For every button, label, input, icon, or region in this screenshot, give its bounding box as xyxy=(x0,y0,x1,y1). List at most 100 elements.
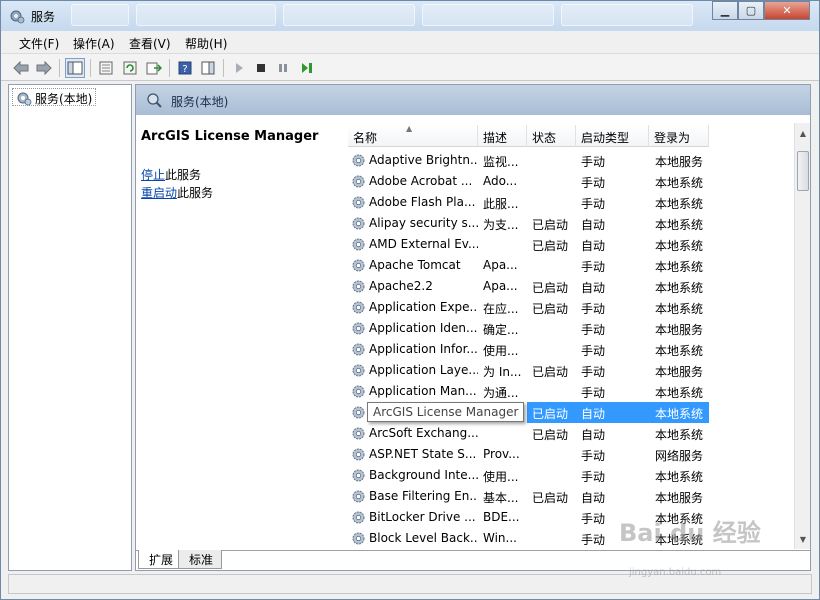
table-row[interactable]: Adobe Flash Pla... 此服... 手动 本地系统 xyxy=(348,192,708,213)
forward-arrow-icon xyxy=(36,61,52,75)
column-header-name[interactable]: ▲ 名称 xyxy=(348,124,478,147)
restart-service-link[interactable]: 重启动 xyxy=(141,186,177,200)
service-gear-icon xyxy=(352,490,365,503)
help-button[interactable]: ? xyxy=(175,58,195,78)
background-window-ghost xyxy=(136,4,276,26)
name-cell: Alipay security s... xyxy=(369,216,478,230)
table-row[interactable]: Adaptive Brightn... 监视... 手动 本地服务 xyxy=(348,150,708,171)
scroll-up-button[interactable]: ▲ xyxy=(795,125,811,141)
table-row[interactable]: Apache Tomcat Apa... 手动 本地系统 xyxy=(348,255,708,276)
status-cell xyxy=(532,171,576,192)
logon-cell: 本地系统 xyxy=(655,260,704,274)
services-gear-icon xyxy=(10,10,25,24)
startup-type-cell: 手动 xyxy=(581,323,606,337)
startup-type-cell: 手动 xyxy=(581,470,606,484)
status-cell xyxy=(532,150,576,171)
menu-action[interactable]: 操作(A) xyxy=(73,35,115,52)
minimize-button[interactable]: ▁ xyxy=(712,1,738,20)
scrollbar-thumb[interactable] xyxy=(797,151,809,191)
table-row[interactable]: Application Laye... 为 In... 已启动 手动 本地服务 xyxy=(348,360,708,381)
stop-service-button[interactable] xyxy=(251,58,271,78)
column-header-label: 描述 xyxy=(483,131,508,145)
vertical-scrollbar[interactable]: ▲ ▼ xyxy=(794,123,810,549)
main-pane-title: 服务(本地) xyxy=(171,95,229,109)
service-description-panel: ArcGIS License Manager 停止此服务 重启动此服务 xyxy=(141,129,341,202)
restart-action: 重启动此服务 xyxy=(141,184,341,202)
arrow-up-icon: ▲ xyxy=(799,128,807,138)
menu-help[interactable]: 帮助(H) xyxy=(185,35,227,52)
restart-icon xyxy=(302,63,312,73)
table-row[interactable]: ArcSoft Exchang... 已启动 自动 本地系统 xyxy=(348,423,708,444)
toolbar-separator xyxy=(59,59,60,77)
title-bar[interactable]: 服务 ▁ ▢ ✕ xyxy=(1,1,819,31)
stop-service-link[interactable]: 停止 xyxy=(141,168,165,182)
maximize-button[interactable]: ▢ xyxy=(738,1,764,20)
table-row[interactable]: Application Infor... 使用... 手动 本地系统 xyxy=(348,339,708,360)
menu-file[interactable]: 文件(F) xyxy=(19,35,59,52)
column-header-logon-as[interactable]: 登录为 xyxy=(649,125,709,147)
minimize-icon: ▁ xyxy=(720,4,730,17)
table-row[interactable]: AMD External Ev... 已启动 自动 本地系统 xyxy=(348,234,708,255)
tree-node-services-local[interactable]: 服务(本地) xyxy=(12,88,97,106)
table-row[interactable]: ASP.NET State S... Prov... 手动 网络服务 xyxy=(348,444,708,465)
description-cell: 为 In... xyxy=(483,365,522,379)
tab-standard[interactable]: 标准 xyxy=(178,550,223,569)
refresh-button[interactable] xyxy=(120,58,140,78)
pause-icon xyxy=(279,64,287,72)
background-window-ghost xyxy=(561,4,693,26)
description-cell: Prov... xyxy=(483,447,520,461)
startup-type-cell: 自动 xyxy=(581,281,606,295)
service-gear-icon xyxy=(352,511,365,524)
show-console-tree-button[interactable] xyxy=(65,58,85,78)
column-header-description[interactable]: 描述 xyxy=(478,125,527,147)
service-gear-icon xyxy=(352,322,365,335)
status-cell: 已启动 xyxy=(532,491,569,505)
name-cell: Adobe Acrobat ... xyxy=(369,174,473,188)
arrow-down-icon: ▼ xyxy=(799,534,807,544)
description-cell: 确定... xyxy=(483,323,519,337)
action-pane-button[interactable] xyxy=(198,58,218,78)
close-button[interactable]: ✕ xyxy=(764,1,810,20)
scroll-down-button[interactable]: ▼ xyxy=(795,531,811,547)
description-cell: 此服... xyxy=(483,197,519,211)
window-title: 服务 xyxy=(31,10,56,24)
table-row[interactable]: Base Filtering En... 基本... 已启动 自动 本地服务 xyxy=(348,486,708,507)
table-row[interactable]: Application Iden... 确定... 手动 本地服务 xyxy=(348,318,708,339)
toolbar-separator xyxy=(90,59,91,77)
status-cell xyxy=(532,444,576,465)
description-cell: 使用... xyxy=(483,344,519,358)
column-header-startup-type[interactable]: 启动类型 xyxy=(576,125,649,147)
forward-button[interactable] xyxy=(34,58,54,78)
pause-service-button[interactable] xyxy=(273,58,293,78)
startup-type-cell: 自动 xyxy=(581,239,606,253)
table-row[interactable]: Background Inte... 使用... 手动 本地系统 xyxy=(348,465,708,486)
table-row[interactable]: Apache2.2 Apa... 已启动 自动 本地系统 xyxy=(348,276,708,297)
column-header-status[interactable]: 状态 xyxy=(527,125,576,147)
description-cell: 监视... xyxy=(483,155,519,169)
help-icon: ? xyxy=(178,61,192,75)
play-icon xyxy=(236,63,243,73)
table-row[interactable]: Application Man... 为通... 手动 本地系统 xyxy=(348,381,708,402)
startup-type-cell: 自动 xyxy=(581,218,606,232)
status-cell: 已启动 xyxy=(527,402,576,423)
name-cell: Application Iden... xyxy=(369,321,478,335)
table-row[interactable]: Adobe Acrobat ... Ado... 手动 本地系统 xyxy=(348,171,708,192)
restart-service-button[interactable] xyxy=(297,58,317,78)
table-row[interactable]: ArcGIS License Manager 已启动 自动 本地系统 xyxy=(348,402,709,423)
table-row[interactable]: Alipay security s... 为支... 已启动 自动 本地系统 xyxy=(348,213,708,234)
logon-cell: 本地系统 xyxy=(655,218,704,232)
back-button[interactable] xyxy=(11,58,31,78)
service-gear-icon xyxy=(352,406,365,419)
table-row[interactable]: Application Expe... 在应... 已启动 手动 本地系统 xyxy=(348,297,708,318)
menu-view[interactable]: 查看(V) xyxy=(129,35,171,52)
services-gear-icon xyxy=(17,92,32,106)
tab-extended[interactable]: 扩展 xyxy=(138,550,183,569)
startup-type-cell: 手动 xyxy=(581,176,606,190)
start-service-button[interactable] xyxy=(229,58,249,78)
service-gear-icon xyxy=(352,196,365,209)
export-list-button[interactable] xyxy=(144,58,164,78)
properties-button[interactable] xyxy=(96,58,116,78)
description-cell: 在应... xyxy=(483,302,519,316)
description-cell: BDE... xyxy=(483,510,520,524)
service-gear-icon xyxy=(352,469,365,482)
